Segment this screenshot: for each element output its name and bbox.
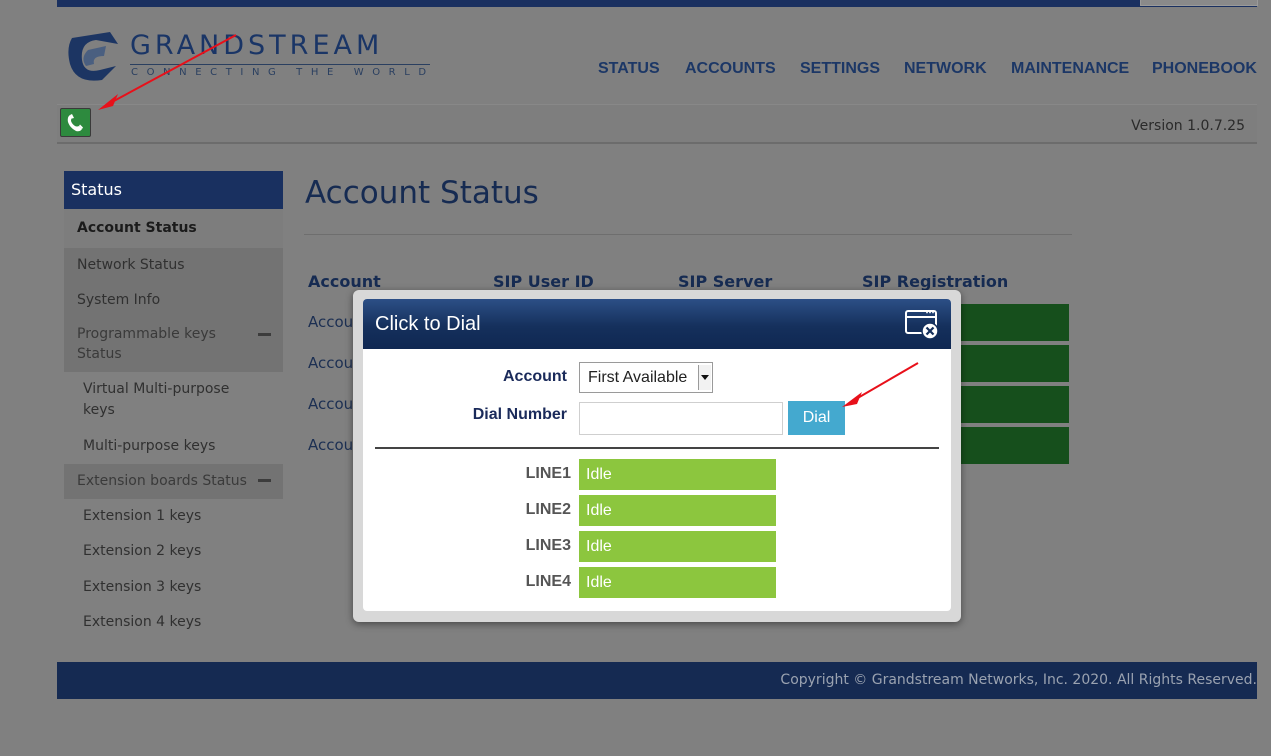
collapse-icon[interactable] xyxy=(258,479,271,482)
top-search-input[interactable] xyxy=(1140,0,1258,6)
nav-status[interactable]: STATUS xyxy=(598,60,660,78)
line-3-status: Idle xyxy=(579,531,776,562)
sidebar-group-programmable-keys[interactable]: Programmable keys Status xyxy=(64,318,283,372)
nav-phonebook[interactable]: PHONEBOOK xyxy=(1152,60,1257,78)
sidebar-group-label: Extension boards Status xyxy=(77,473,247,489)
phone-icon xyxy=(67,114,83,132)
chevron-down-icon[interactable] xyxy=(698,365,711,390)
close-icon[interactable] xyxy=(903,308,941,340)
sidebar-item-extension-2-keys[interactable]: Extension 2 keys xyxy=(64,534,283,569)
dialog-divider xyxy=(375,447,939,449)
column-header-sip-user-id: SIP User ID xyxy=(493,272,594,291)
firmware-version: Version 1.0.7.25 xyxy=(1131,118,1245,134)
sidebar-group-extension-boards[interactable]: Extension boards Status xyxy=(64,464,283,499)
sidebar-item-extension-3-keys[interactable]: Extension 3 keys xyxy=(64,569,283,605)
line-1-status: Idle xyxy=(579,459,776,490)
dialog-title: Click to Dial xyxy=(375,313,481,335)
sub-toolbar xyxy=(57,104,1257,144)
line-2-label: LINE2 xyxy=(525,501,571,518)
dial-number-label: Dial Number xyxy=(472,406,567,423)
sidebar-item-extension-4-keys[interactable]: Extension 4 keys xyxy=(64,605,283,640)
top-strip xyxy=(57,0,1257,7)
brand-tagline: CONNECTING THE WORLD xyxy=(131,67,435,78)
nav-accounts[interactable]: ACCOUNTS xyxy=(685,60,776,78)
line-1-label: LINE1 xyxy=(525,465,571,482)
nav-maintenance[interactable]: MAINTENANCE xyxy=(1011,60,1129,78)
line-4-label: LINE4 xyxy=(525,573,571,590)
grandstream-logo-icon xyxy=(68,32,118,81)
sidebar-item-system-info[interactable]: System Info xyxy=(64,283,283,318)
sidebar-item-virtual-multi-purpose-keys[interactable]: Virtual Multi-purpose keys xyxy=(64,372,283,429)
sidebar-heading-status[interactable]: Status xyxy=(64,171,283,209)
account-select[interactable]: First Available xyxy=(579,362,713,393)
column-header-sip-registration: SIP Registration xyxy=(862,272,1009,291)
line-3-label: LINE3 xyxy=(525,537,571,554)
click-to-dial-button[interactable] xyxy=(60,108,91,137)
sidebar-item-network-status[interactable]: Network Status xyxy=(64,248,283,283)
sidebar-group-label: Programmable keys Status xyxy=(77,326,216,362)
sidebar-item-account-status[interactable]: Account Status xyxy=(64,209,283,248)
sidebar-item-extension-1-keys[interactable]: Extension 1 keys xyxy=(64,499,283,534)
line-2-status: Idle xyxy=(579,495,776,526)
nav-settings[interactable]: SETTINGS xyxy=(800,60,880,78)
nav-network[interactable]: NETWORK xyxy=(904,60,987,78)
line-4-status: Idle xyxy=(579,567,776,598)
collapse-icon[interactable] xyxy=(258,333,271,336)
column-header-account: Account xyxy=(308,272,381,291)
copyright-text: Copyright © Grandstream Networks, Inc. 2… xyxy=(780,672,1257,688)
dial-button[interactable]: Dial xyxy=(788,401,845,435)
column-header-sip-server: SIP Server xyxy=(678,272,773,291)
account-label: Account xyxy=(503,368,567,385)
click-to-dial-dialog: Click to Dial Account First Available Di… xyxy=(363,299,951,611)
dial-number-input[interactable] xyxy=(579,402,783,435)
sidebar-item-multi-purpose-keys[interactable]: Multi-purpose keys xyxy=(64,429,283,464)
title-divider xyxy=(304,234,1072,235)
account-select-value: First Available xyxy=(588,369,688,386)
tagline-divider xyxy=(130,64,430,65)
page-title: Account Status xyxy=(305,175,539,211)
brand-name: GRANDSTREAM xyxy=(130,30,384,61)
